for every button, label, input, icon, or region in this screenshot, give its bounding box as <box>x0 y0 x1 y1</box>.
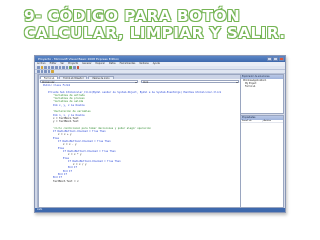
property-value: Archivo <box>261 120 284 122</box>
property-row[interactable]: Form1.vb Archivo <box>241 120 283 123</box>
property-name: Form1.vb <box>242 120 252 122</box>
save-icon[interactable] <box>44 66 47 69</box>
comment-icon[interactable] <box>44 70 47 73</box>
new-project-icon[interactable] <box>37 66 40 69</box>
minimize-button[interactable] <box>267 57 272 61</box>
save-all-icon[interactable] <box>47 66 51 69</box>
right-panel: Explorador de soluciones WindowsApplicat… <box>240 74 284 208</box>
undo-icon[interactable] <box>62 66 65 69</box>
maximize-button[interactable] <box>273 57 278 61</box>
code-line: TextBox3.Text = z <box>53 179 79 183</box>
copy-icon[interactable] <box>54 66 58 69</box>
close-button[interactable] <box>279 57 284 61</box>
ide-window: Proyecto - Microsoft Visual Basic 2008 E… <box>34 55 286 213</box>
cut-icon[interactable] <box>51 66 54 69</box>
status-bar: Listo <box>35 208 285 212</box>
solution-explorer: Explorador de soluciones WindowsApplicat… <box>240 74 284 114</box>
window-title: Proyecto - Microsoft Visual Basic 2008 E… <box>38 57 120 61</box>
tree-item-form1[interactable]: Form1.vb <box>241 85 283 88</box>
properties-pane: Propiedades Form1.vb Archivo <box>240 115 284 208</box>
uncomment-icon[interactable] <box>47 70 51 73</box>
start-debug-icon[interactable] <box>69 66 72 69</box>
status-text: Listo <box>37 208 43 211</box>
stop-icon[interactable] <box>76 66 80 69</box>
paste-icon[interactable] <box>58 66 62 69</box>
code-editor[interactable]: Form1.vb Form1.vb [Diseño] Página de ini… <box>38 74 241 208</box>
pause-icon[interactable] <box>72 66 76 69</box>
slide-title: 9- Código para botón Calcular, limpiar y… <box>24 8 314 42</box>
window-controls <box>267 57 284 61</box>
slide-title-line-2: Calcular, limpiar y salir. <box>24 24 286 42</box>
outdent-icon[interactable] <box>40 70 44 73</box>
bookmark-icon[interactable] <box>51 70 54 73</box>
open-folder-icon[interactable] <box>40 66 44 69</box>
code-area[interactable]: Public Class Form1 Private Sub btnCalcula… <box>39 83 240 207</box>
redo-icon[interactable] <box>65 66 69 69</box>
slide-title-line-1: 9- Código para botón <box>24 7 241 25</box>
indent-icon[interactable] <box>37 70 40 73</box>
